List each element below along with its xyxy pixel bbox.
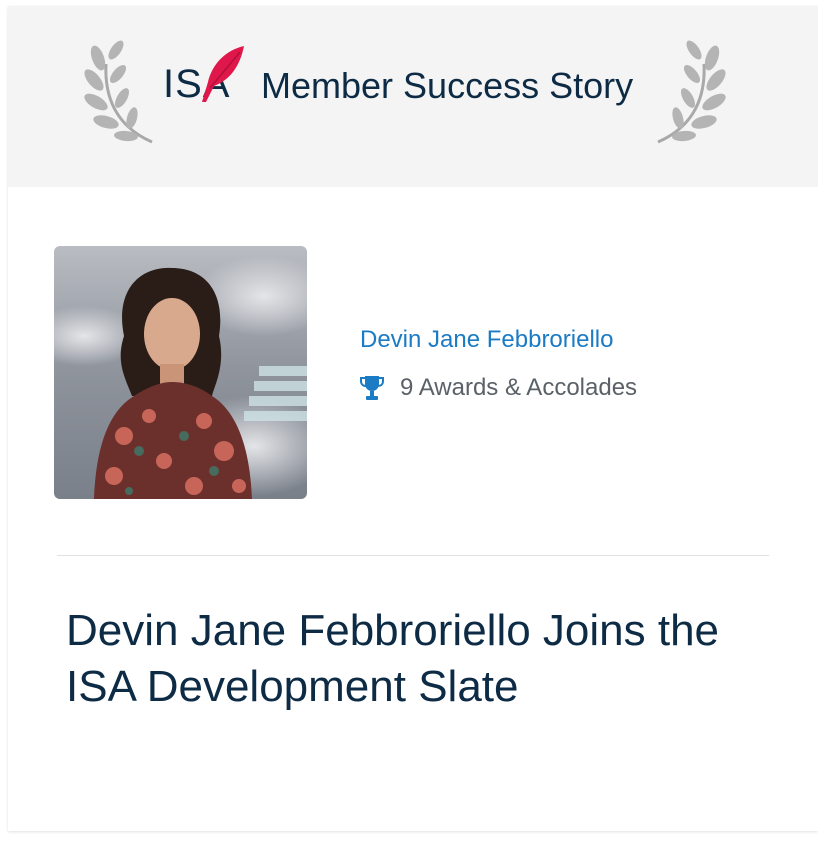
awards-count: 9 Awards & Accolades bbox=[360, 374, 637, 402]
success-story-card: ISA Member Success Story Devin Jane Febb… bbox=[8, 6, 818, 831]
divider bbox=[57, 555, 769, 556]
member-photo bbox=[54, 246, 307, 499]
awards-label: 9 Awards & Accolades bbox=[400, 374, 638, 401]
quill-icon bbox=[202, 46, 244, 102]
laurel-icon bbox=[84, 40, 153, 144]
story-headline[interactable]: Devin Jane Febbroriello Joins the ISA De… bbox=[66, 603, 786, 715]
laurel-icon bbox=[657, 40, 726, 144]
banner-title: Member Success Story bbox=[261, 65, 634, 106]
member-name-link[interactable]: Devin Jane Febbroriello bbox=[360, 326, 613, 354]
story-banner: ISA Member Success Story bbox=[8, 6, 818, 187]
isa-logo: ISA bbox=[163, 44, 248, 106]
trophy-icon bbox=[360, 376, 384, 400]
